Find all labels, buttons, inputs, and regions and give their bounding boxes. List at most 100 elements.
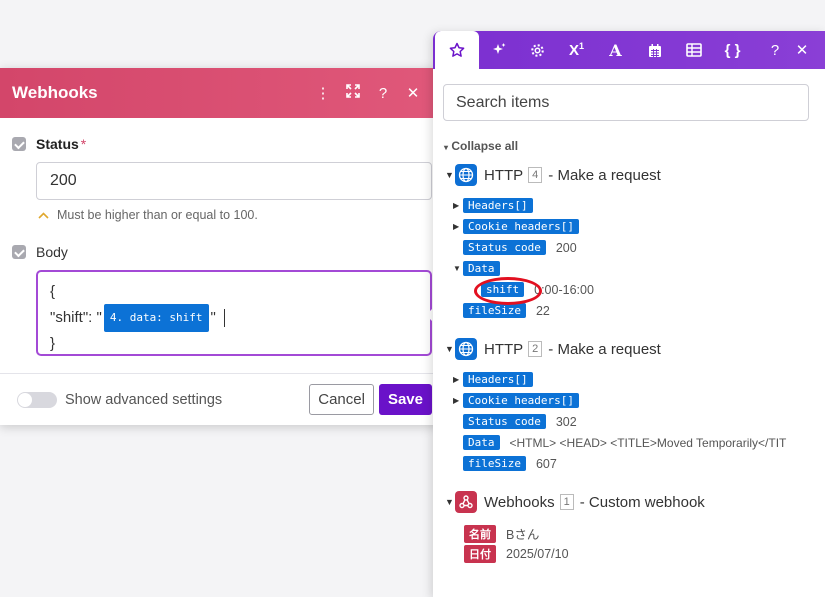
module-http-2[interactable]: ▼ HTTP 2 - Make a request (445, 338, 661, 360)
item-tag[interactable]: Data (463, 435, 500, 450)
advanced-label: Show advanced settings (65, 391, 223, 408)
item-value: 302 (555, 414, 577, 429)
item-tag[interactable]: Cookie headers[] (463, 393, 579, 408)
advanced-toggle[interactable] (17, 391, 57, 408)
chevron-down-icon: ▼ (445, 170, 454, 180)
list-item[interactable]: fileSize 607 (463, 456, 557, 471)
item-tag[interactable]: Cookie headers[] (463, 219, 579, 234)
chevron-up-icon (38, 208, 49, 222)
more-options-icon[interactable]: ⋮ (308, 84, 338, 102)
panel-tabs: X1 A { } ? ✕ (433, 31, 825, 69)
braces-icon[interactable]: { } (713, 31, 752, 69)
item-value: 0:00-16:00 (534, 282, 594, 297)
item-value: 200 (555, 240, 577, 255)
item-value: 607 (535, 456, 557, 471)
status-field-label: Status * (12, 136, 428, 152)
expand-icon[interactable] (338, 84, 368, 102)
list-item[interactable]: Status code 302 (463, 414, 577, 429)
star-icon[interactable] (435, 31, 479, 69)
status-checkbox[interactable] (12, 137, 26, 151)
body-line-2: "shift": " 4. data: shift " (50, 304, 418, 332)
item-tag[interactable]: 日付 (464, 545, 496, 563)
status-input[interactable]: 200 (36, 162, 432, 200)
close-icon[interactable]: ✕ (790, 31, 814, 69)
dialog-body: Status * 200 Must be higher than or equa… (0, 118, 440, 356)
dialog-header: Webhooks ⋮ ? ✕ (0, 68, 440, 118)
status-hint: Must be higher than or equal to 100. (38, 208, 428, 222)
module-number: 1 (559, 494, 574, 510)
list-item[interactable]: ▶ Headers[] (453, 372, 543, 387)
body-field-label: Body (12, 244, 428, 260)
globe-icon (455, 338, 477, 360)
item-value: 22 (535, 303, 550, 318)
item-tag[interactable]: 名前 (464, 524, 496, 543)
help-icon[interactable]: ? (760, 31, 790, 69)
globe-icon (455, 164, 477, 186)
text-icon[interactable]: A (596, 31, 635, 69)
list-item[interactable]: Data <HTML> <HEAD> <TITLE>Moved Temporar… (463, 435, 813, 450)
required-mark: * (80, 136, 87, 152)
list-item[interactable]: 名前 Bさん (464, 524, 539, 543)
module-name: HTTP (484, 166, 524, 184)
help-icon[interactable]: ? (368, 85, 398, 102)
list-item[interactable]: fileSize 22 (463, 303, 550, 318)
body-line-3: } (50, 335, 56, 352)
item-value: Bさん (506, 528, 540, 542)
save-button[interactable]: Save (378, 384, 432, 415)
list-item[interactable]: Status code 200 (463, 240, 577, 255)
module-webhooks-1[interactable]: ▼ Webhooks 1 - Custom webhook (445, 491, 705, 513)
list-item[interactable]: ▼ Data (453, 261, 510, 276)
module-http-4[interactable]: ▼ HTTP 4 - Make a request (445, 164, 661, 186)
sparkle-icon[interactable] (479, 31, 518, 69)
body-line-1: { (50, 283, 56, 300)
item-tag[interactable]: fileSize (463, 303, 526, 318)
module-number: 2 (528, 341, 543, 357)
gear-icon[interactable] (518, 31, 557, 69)
chevron-down-icon: ▼ (445, 497, 454, 507)
calendar-icon[interactable] (635, 31, 674, 69)
module-desc: - Make a request (548, 166, 661, 184)
mapping-panel: X1 A { } ? ✕ Search items ▾ Collapse all… (433, 31, 825, 597)
body-editor[interactable]: { "shift": " 4. data: shift " } (36, 270, 432, 356)
chevron-down-icon: ▼ (453, 264, 461, 273)
highlight-circle (474, 277, 542, 305)
item-tag[interactable]: Status code (463, 240, 546, 255)
list-item[interactable]: 日付 2025/07/10 (464, 545, 569, 563)
body-checkbox[interactable] (12, 245, 26, 259)
module-name: Webhooks (484, 493, 555, 511)
item-tag[interactable]: Data (463, 261, 500, 276)
chevron-down-icon: ▼ (445, 344, 454, 354)
chevron-right-icon: ▶ (453, 201, 460, 210)
mapped-pill[interactable]: 4. data: shift (103, 304, 209, 332)
module-desc: - Make a request (548, 340, 661, 358)
table-icon[interactable] (674, 31, 713, 69)
dialog-footer: Show advanced settings Cancel Save (0, 373, 440, 425)
close-icon[interactable]: ✕ (398, 84, 428, 102)
body-after: " (210, 309, 216, 326)
module-desc: - Custom webhook (579, 493, 705, 511)
webhooks-dialog: Webhooks ⋮ ? ✕ Status * 200 Must be high… (0, 68, 440, 425)
cancel-button[interactable]: Cancel (309, 384, 374, 415)
superscript-icon[interactable]: X1 (557, 31, 596, 69)
module-number: 4 (528, 167, 543, 183)
search-input[interactable]: Search items (443, 84, 809, 121)
item-tag[interactable]: Headers[] (463, 372, 533, 387)
list-item[interactable]: ▶ Headers[] (453, 198, 543, 213)
dialog-title: Webhooks (12, 83, 98, 102)
hint-text: Must be higher than or equal to 100. (57, 208, 258, 222)
item-value: <HTML> <HEAD> <TITLE>Moved Temporarily</… (509, 435, 787, 450)
item-tag[interactable]: Status code (463, 414, 546, 429)
item-tag[interactable]: Headers[] (463, 198, 533, 213)
chevron-down-icon: ▾ (444, 143, 449, 152)
chevron-right-icon: ▶ (453, 222, 460, 231)
item-tag[interactable]: fileSize (463, 456, 526, 471)
list-item[interactable]: ▶ Cookie headers[] (453, 219, 589, 234)
chevron-right-icon: ▶ (453, 396, 460, 405)
status-label: Status (36, 136, 79, 152)
collapse-all-label: Collapse all (451, 139, 519, 153)
webhook-icon (455, 491, 477, 513)
body-label: Body (36, 244, 68, 260)
module-name: HTTP (484, 340, 524, 358)
list-item[interactable]: ▶ Cookie headers[] (453, 393, 589, 408)
collapse-all-button[interactable]: ▾ Collapse all (444, 139, 825, 153)
